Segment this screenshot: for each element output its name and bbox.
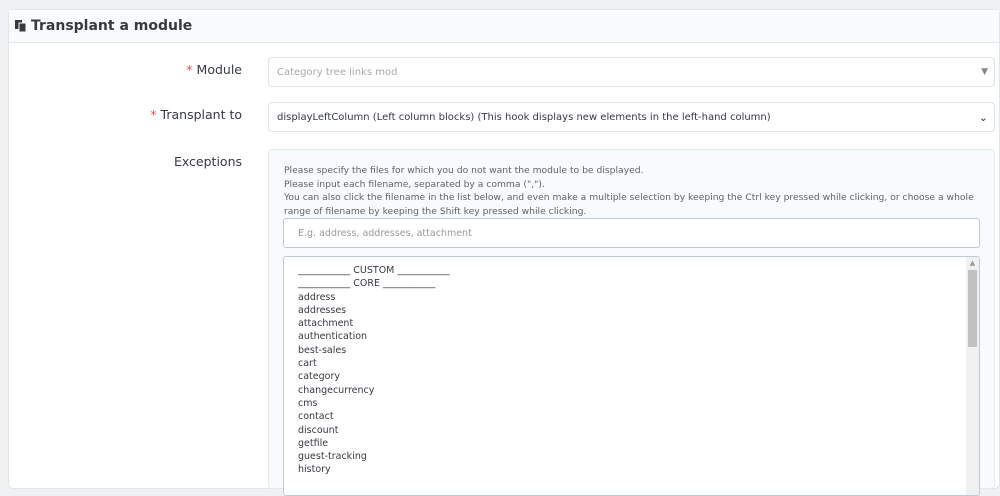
file-option[interactable]: best-sales bbox=[298, 344, 450, 357]
file-option[interactable]: contact bbox=[298, 410, 450, 423]
transplant-value: displayLeftColumn (Left column blocks) (… bbox=[277, 111, 771, 123]
exceptions-label: Exceptions bbox=[173, 154, 242, 169]
file-option[interactable]: changecurrency bbox=[298, 384, 450, 397]
chevron-down-icon: ⌄ bbox=[978, 110, 988, 124]
help-line: Please specify the files for which you d… bbox=[284, 165, 644, 176]
caret-down-icon: ▼ bbox=[981, 67, 988, 77]
input-placeholder: E.g. address, addresses, attachment bbox=[298, 228, 472, 239]
file-option[interactable]: guest-tracking bbox=[298, 450, 450, 463]
file-option[interactable]: ___________ CORE ___________ bbox=[298, 277, 450, 290]
exceptions-help: Please specify the files for which you d… bbox=[284, 164, 984, 218]
module-placeholder: Category tree links mod bbox=[277, 66, 398, 78]
module-label: * Module bbox=[186, 62, 242, 77]
module-select[interactable]: Category tree links mod ▼ bbox=[268, 57, 995, 87]
transplant-panel: Transplant a module * Module Category tre… bbox=[8, 9, 1000, 496]
file-option[interactable]: address bbox=[298, 291, 450, 304]
scroll-up-icon[interactable]: ▲ bbox=[966, 257, 979, 269]
scrollbar[interactable]: ▲ bbox=[966, 257, 979, 495]
exceptions-input[interactable]: E.g. address, addresses, attachment bbox=[283, 218, 980, 248]
copy-icon bbox=[15, 20, 27, 32]
panel-header: Transplant a module bbox=[9, 10, 999, 43]
exceptions-file-list[interactable]: ___________ CUSTOM ___________ __________… bbox=[283, 256, 980, 496]
transplant-select[interactable]: displayLeftColumn (Left column blocks) (… bbox=[268, 102, 995, 132]
help-line: You can also click the filename in the l… bbox=[284, 192, 974, 217]
scrollbar-thumb[interactable] bbox=[968, 270, 977, 347]
file-option[interactable]: addresses bbox=[298, 304, 450, 317]
file-option[interactable]: category bbox=[298, 370, 450, 383]
file-option[interactable]: authentication bbox=[298, 330, 450, 343]
help-line: Please input each filename, separated by… bbox=[284, 178, 545, 190]
panel-title: Transplant a module bbox=[31, 18, 193, 34]
file-option[interactable]: cart bbox=[298, 357, 450, 370]
exceptions-box: Please specify the files for which you d… bbox=[268, 149, 995, 496]
file-option[interactable]: attachment bbox=[298, 317, 450, 330]
file-option[interactable]: cms bbox=[298, 397, 450, 410]
file-option[interactable]: getfile bbox=[298, 437, 450, 450]
transplant-label: * Transplant to bbox=[150, 107, 242, 122]
file-option[interactable]: discount bbox=[298, 424, 450, 437]
file-option[interactable]: ___________ CUSTOM ___________ bbox=[298, 264, 450, 277]
file-option[interactable]: history bbox=[298, 463, 450, 476]
